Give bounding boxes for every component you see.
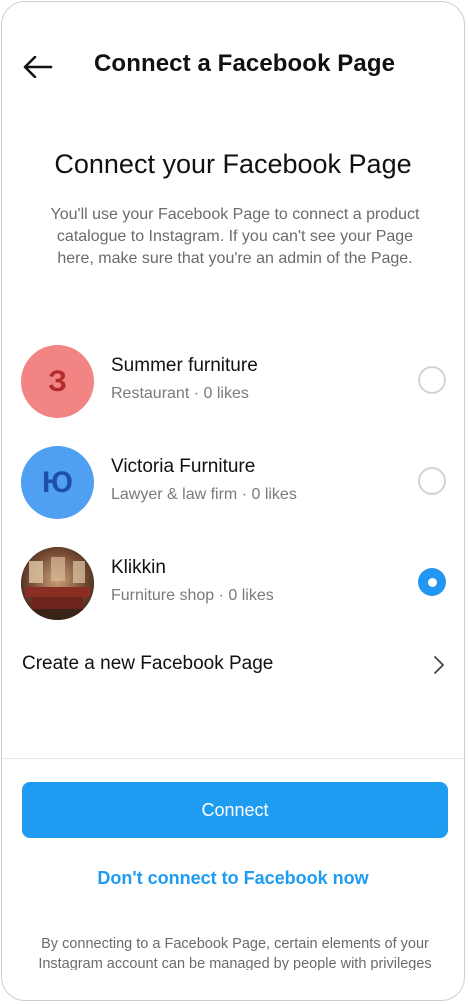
divider [2,758,464,759]
page-meta: Lawyer & law firm · 0 likes [111,486,297,503]
avatar [21,547,94,620]
page-option-klikkin[interactable]: Klikkin Furniture shop · 0 likes [2,539,464,629]
connect-button[interactable]: Connect [22,782,448,838]
avatar-letter: З [48,364,67,398]
page-name: Victoria Furniture [111,456,256,477]
phone-screen: Connect a Facebook Page Connect your Fac… [1,1,465,1001]
top-bar: Connect a Facebook Page [2,2,464,132]
arrow-left-icon [23,56,53,78]
create-page-label: Create a new Facebook Page [22,653,274,674]
page-title: Connect your Facebook Page [54,149,412,179]
create-page-row[interactable]: Create a new Facebook Page [2,645,464,685]
screen-title: Connect a Facebook Page [94,50,396,77]
radio-button[interactable] [418,467,446,495]
back-button[interactable] [20,52,56,82]
page-option-victoria-furniture[interactable]: Ю Victoria Furniture Lawyer & law firm ·… [2,438,464,528]
radio-button[interactable] [418,366,446,394]
page-name: Summer furniture [111,355,258,376]
avatar: Ю [21,446,94,519]
room-photo-icon [21,547,94,620]
page-name: Klikkin [111,557,166,578]
chevron-right-icon [434,656,444,674]
dont-connect-link[interactable]: Don't connect to Facebook now [2,868,464,889]
footer-disclaimer: By connecting to a Facebook Page, certai… [38,936,432,970]
radio-button-selected[interactable] [418,568,446,596]
avatar-letter: Ю [42,465,73,499]
page-meta: Furniture shop · 0 likes [111,587,274,604]
page-meta: Restaurant · 0 likes [111,385,249,402]
page-option-summer-furniture[interactable]: З Summer furniture Restaurant · 0 likes [2,337,464,427]
description-text: You'll use your Facebook Page to connect… [50,206,420,267]
avatar: З [21,345,94,418]
